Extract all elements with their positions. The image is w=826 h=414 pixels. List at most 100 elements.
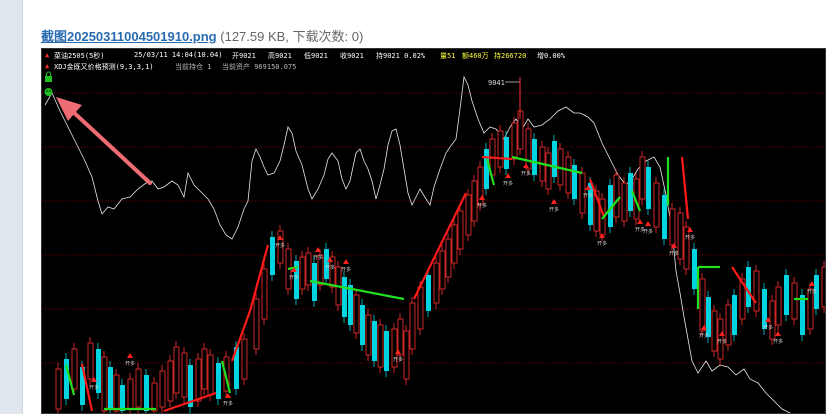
signal-arrow-icon	[637, 219, 643, 224]
bull-candle	[565, 156, 572, 194]
bull-candle	[181, 352, 188, 398]
bull-candle	[639, 156, 646, 200]
bull-candle	[207, 354, 214, 396]
bull-candle	[55, 368, 62, 410]
bull-candle	[769, 300, 776, 340]
bear-candle	[360, 305, 365, 345]
bear-candle	[732, 295, 737, 335]
signal-arrow-icon	[551, 199, 557, 204]
bear-candle	[706, 297, 711, 337]
bull-candle	[159, 370, 166, 408]
bear-candle	[662, 195, 667, 239]
bear-candle	[120, 385, 125, 411]
bull-candle	[753, 270, 760, 312]
bull-candle	[403, 330, 410, 380]
signal-text: 开多	[685, 234, 695, 241]
bull-candle	[457, 210, 464, 250]
price-plot: 开多开多开多开多开多开多开多 开多开多开多开多开多开多开多开多开多开多开多开多开多…	[42, 71, 825, 413]
signal-text: 开多	[289, 274, 299, 281]
signal-text: 开多	[393, 356, 403, 363]
bear-candle	[504, 137, 509, 169]
candles-group	[55, 105, 825, 413]
bull-candle	[201, 348, 208, 390]
attachment-filename-link[interactable]: 截图20250311004501910.png	[41, 29, 217, 44]
signal-text: 开多	[223, 400, 233, 407]
bear-candle	[484, 149, 489, 189]
annotation-arrow	[56, 97, 152, 185]
bull-candle	[545, 152, 552, 190]
bull-candle	[711, 310, 718, 352]
bull-candle	[409, 302, 416, 350]
signal-arrow-icon	[343, 259, 349, 264]
bull-candle	[365, 314, 372, 356]
bull-candle	[525, 128, 532, 170]
bear-candle	[324, 249, 329, 279]
bull-candle	[683, 226, 690, 270]
signal-text: 开多	[597, 240, 607, 247]
signal-text: 开多	[583, 192, 593, 199]
bear-candle	[762, 289, 767, 329]
signal-arrow-icon	[645, 221, 651, 226]
bull-candle	[353, 294, 360, 334]
bull-candle	[173, 346, 180, 394]
signal-text: 开多	[125, 360, 135, 367]
bear-candle	[746, 267, 751, 307]
signal-text: 开多	[549, 206, 559, 213]
bull-candle	[511, 122, 518, 160]
bull-candle	[377, 324, 384, 368]
signal-text: 开多	[341, 266, 351, 273]
bear-candle	[552, 141, 557, 177]
face-icon	[44, 88, 53, 96]
signal-text: 开多	[521, 170, 531, 177]
bear-candle	[372, 321, 377, 361]
bull-candle	[151, 382, 158, 412]
bull-candle	[471, 180, 478, 222]
signal-text: 开多	[313, 254, 323, 261]
bull-candle	[621, 182, 628, 222]
bull-candle	[195, 358, 202, 402]
signal-text: 开多	[763, 324, 773, 331]
signal-text: 开多	[275, 242, 285, 249]
trading-chart[interactable]: ▲ 菜油2505(5秒) 25/03/11 14:04(10.04) 开9021…	[41, 48, 826, 414]
bull-candle	[451, 224, 458, 264]
signal-text: 开多	[773, 338, 783, 345]
bull-candle	[445, 238, 452, 278]
attachment-line: 截图20250311004501910.png (127.59 KB, 下载次数…	[41, 26, 363, 45]
bull-candle	[241, 338, 248, 380]
signal-text: 开多	[643, 228, 653, 235]
bull-candle	[167, 360, 174, 402]
lock-icon	[45, 71, 52, 82]
high-price-label: 9041	[488, 79, 505, 87]
bull-candle	[653, 182, 660, 228]
bear-candle	[144, 375, 149, 411]
signal-text: 开多	[89, 384, 99, 391]
left-sidebar-strip	[0, 0, 23, 414]
signal-text: 开多	[477, 202, 487, 209]
bull-candle	[71, 348, 78, 390]
bull-candle	[613, 174, 620, 218]
bull-candle	[497, 130, 504, 168]
signal-text: 开多	[503, 180, 513, 187]
bull-candle	[775, 286, 782, 326]
signal-text: 开多	[807, 288, 817, 295]
bull-candle	[417, 286, 424, 330]
signal-text: 开多	[699, 332, 709, 339]
red-trend-line	[680, 156, 690, 220]
bull-candle	[669, 208, 676, 246]
attachment-meta: (127.59 KB, 下载次数: 0)	[220, 29, 364, 44]
bear-candle	[800, 295, 805, 335]
bear-candle	[216, 363, 221, 399]
bull-candle	[699, 278, 706, 332]
bull-candle	[101, 356, 108, 412]
signal-text: 开多	[717, 338, 727, 345]
signal-arrow-icon	[775, 331, 781, 336]
bear-candle	[532, 139, 537, 175]
bull-candle	[135, 368, 142, 408]
bear-candle	[426, 275, 431, 311]
bull-candle	[261, 268, 268, 320]
bull-candle	[299, 256, 306, 290]
bull-candle	[253, 298, 260, 350]
bull-candle	[439, 250, 446, 290]
bear-candle	[342, 277, 347, 317]
bear-candle	[108, 367, 113, 409]
